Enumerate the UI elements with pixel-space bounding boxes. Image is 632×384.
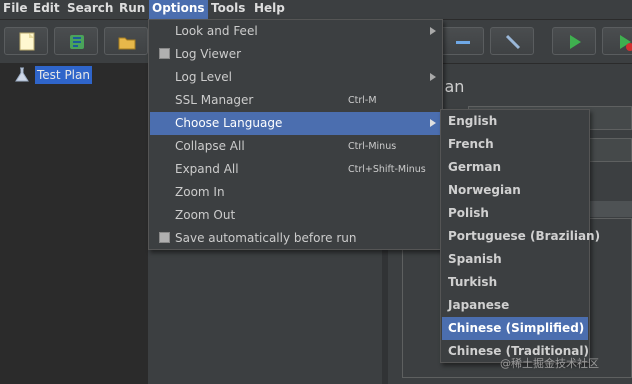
submenu-arrow-icon xyxy=(430,119,436,127)
templates-icon xyxy=(70,35,84,49)
menu-item-look-and-feel[interactable]: Look and Feel xyxy=(150,20,441,43)
new-document-icon xyxy=(19,32,35,51)
language-item-german[interactable]: German xyxy=(442,156,588,179)
language-item-french[interactable]: French xyxy=(442,133,588,156)
menu-run[interactable]: Run xyxy=(116,0,148,19)
menu-item-log-level[interactable]: Log Level xyxy=(150,66,441,89)
menu-item-expand-all[interactable]: Expand All Ctrl+Shift-Minus xyxy=(150,158,441,181)
shortcut-label: Ctrl-M xyxy=(348,95,377,106)
menu-options[interactable]: Options xyxy=(149,0,208,19)
menu-tools[interactable]: Tools xyxy=(208,0,248,19)
start-no-pauses-button[interactable] xyxy=(602,27,632,55)
start-button[interactable] xyxy=(552,27,596,55)
open-button[interactable] xyxy=(104,27,148,55)
menu-item-label: Look and Feel xyxy=(175,24,258,38)
menu-item-label: Log Viewer xyxy=(175,47,242,61)
menu-item-choose-language[interactable]: Choose Language xyxy=(150,112,441,135)
submenu-arrow-icon xyxy=(430,27,436,35)
toggle-button[interactable] xyxy=(490,27,534,55)
minus-icon xyxy=(456,41,470,44)
menu-item-ssl-manager[interactable]: SSL Manager Ctrl-M xyxy=(150,89,441,112)
menu-item-label: Zoom In xyxy=(175,185,225,199)
language-label: German xyxy=(448,160,502,174)
menu-item-label: Save automatically before run xyxy=(175,231,357,245)
folder-icon xyxy=(118,37,136,50)
language-item-norwegian[interactable]: Norwegian xyxy=(442,179,588,202)
language-label: English xyxy=(448,114,498,128)
submenu-arrow-icon xyxy=(430,73,436,81)
language-label: French xyxy=(448,137,494,151)
play-no-pause-icon xyxy=(620,35,632,51)
shortcut-label: Ctrl+Shift-Minus xyxy=(348,164,426,175)
language-label: Turkish xyxy=(448,275,498,289)
language-submenu: English French German Norwegian Polish P… xyxy=(440,109,600,363)
menu-item-collapse-all[interactable]: Collapse All Ctrl-Minus xyxy=(150,135,441,158)
menu-file[interactable]: File xyxy=(0,0,31,19)
menu-item-label: Choose Language xyxy=(175,116,283,130)
shortcut-label: Ctrl-Minus xyxy=(348,141,397,152)
splitter[interactable] xyxy=(382,242,388,384)
menu-item-label: Zoom Out xyxy=(175,208,236,222)
language-label: Japanese xyxy=(448,298,510,312)
menu-item-label: Collapse All xyxy=(175,139,245,153)
menu-help[interactable]: Help xyxy=(251,0,288,19)
menu-item-label: Expand All xyxy=(175,162,239,176)
menu-item-zoom-in[interactable]: Zoom In xyxy=(150,181,441,204)
language-item-polish[interactable]: Polish xyxy=(442,202,588,225)
menu-item-save-before-run[interactable]: Save automatically before run xyxy=(150,227,441,250)
language-item-turkish[interactable]: Turkish xyxy=(442,271,588,294)
menu-item-zoom-out[interactable]: Zoom Out xyxy=(150,204,441,227)
templates-button[interactable] xyxy=(54,27,98,55)
menu-bar: File Edit Search Run Options Tools Help xyxy=(0,0,632,20)
language-item-japanese[interactable]: Japanese xyxy=(442,294,588,317)
checkbox[interactable] xyxy=(159,48,170,59)
language-item-portuguese-brazilian[interactable]: Portuguese (Brazilian) xyxy=(442,225,600,248)
menu-edit[interactable]: Edit xyxy=(30,0,63,19)
collapse-button[interactable] xyxy=(440,27,484,55)
language-label: Portuguese (Brazilian) xyxy=(448,229,601,243)
watermark: @稀土掘金技术社区 xyxy=(500,357,599,370)
flask-icon xyxy=(15,67,29,82)
wand-icon xyxy=(505,34,521,50)
language-item-spanish[interactable]: Spanish xyxy=(442,248,588,271)
test-plan-tree: Test Plan xyxy=(0,64,148,384)
language-label: Spanish xyxy=(448,252,502,266)
checkbox[interactable] xyxy=(159,232,170,243)
language-item-english[interactable]: English xyxy=(442,110,588,133)
options-menu: Look and Feel Log Viewer Log Level SSL M… xyxy=(148,19,443,250)
language-item-chinese-simplified[interactable]: Chinese (Simplified) xyxy=(442,317,588,340)
language-label: Chinese (Simplified) xyxy=(448,321,585,335)
menu-item-label: Log Level xyxy=(175,70,232,84)
panel-title: lan xyxy=(440,77,465,96)
menu-item-log-viewer[interactable]: Log Viewer xyxy=(150,43,441,66)
language-label: Norwegian xyxy=(448,183,521,197)
menu-search[interactable]: Search xyxy=(64,0,116,19)
new-plan-button[interactable] xyxy=(4,27,48,55)
menu-item-label: SSL Manager xyxy=(175,93,254,107)
play-icon xyxy=(570,35,581,49)
language-label: Polish xyxy=(448,206,489,220)
tree-node-label: Test Plan xyxy=(35,66,92,84)
